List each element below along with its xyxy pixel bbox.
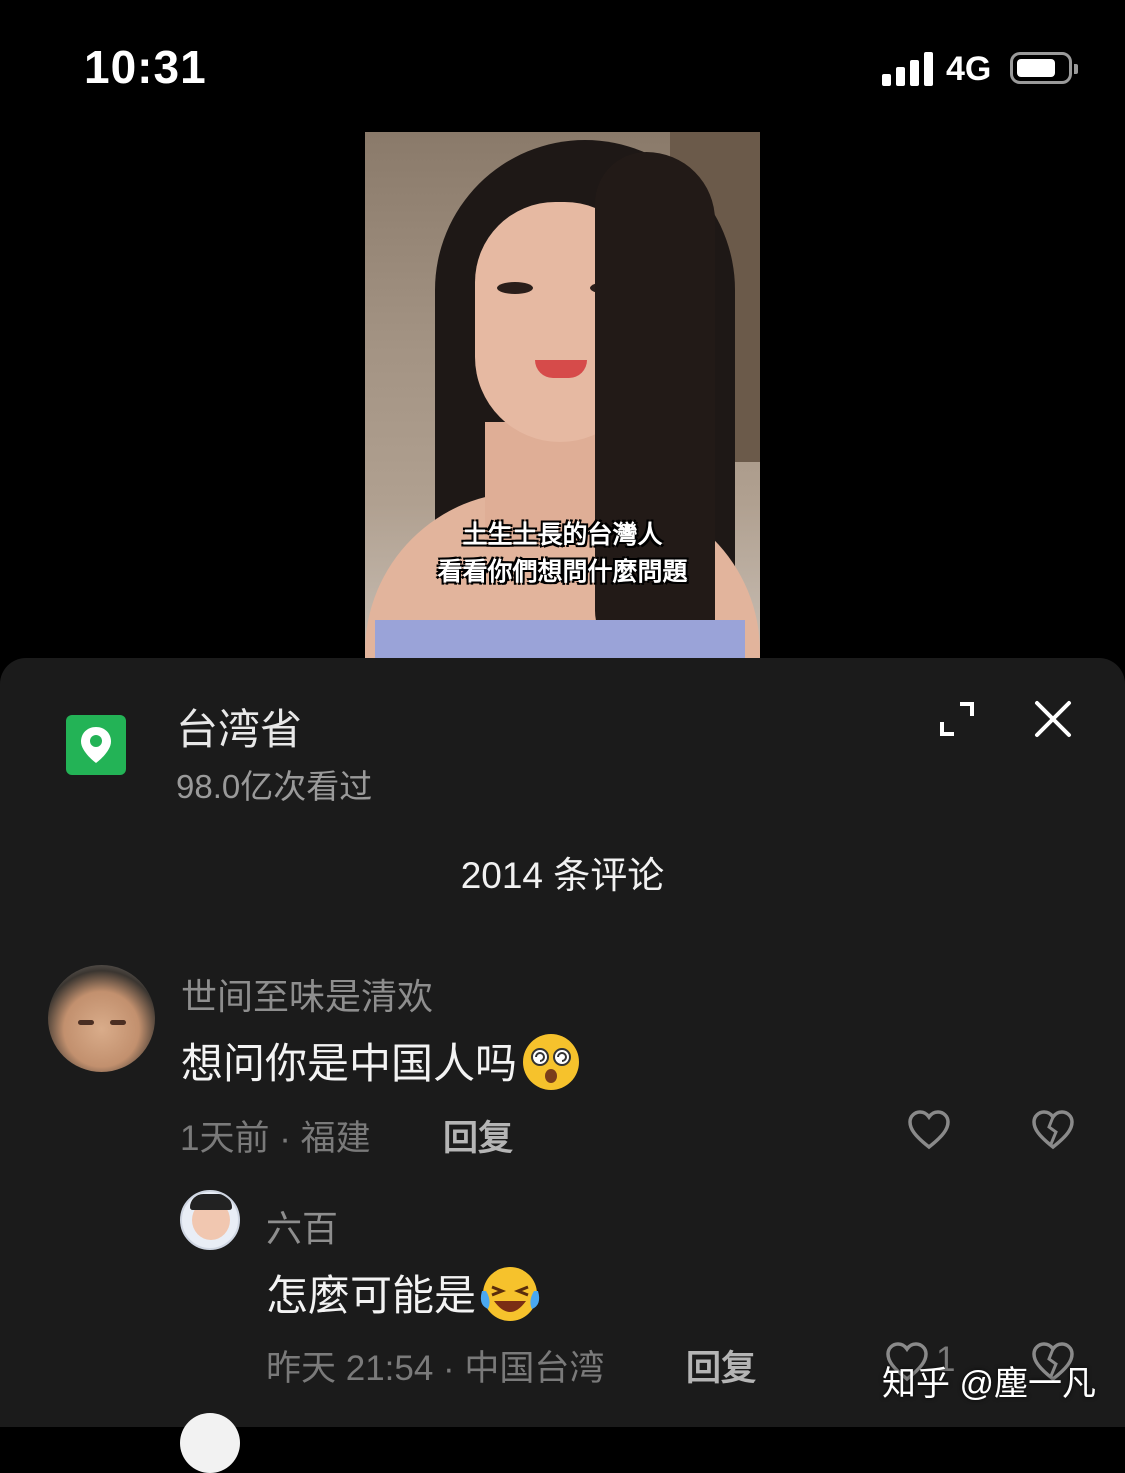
expand-icon[interactable] <box>938 700 976 738</box>
comment-count: 2014 条评论 <box>460 855 665 896</box>
status-bar: 10:31 4G <box>0 0 1125 130</box>
battery-icon <box>1010 52 1078 84</box>
video-caption-line-1: 土生土長的台灣人 <box>462 521 663 549</box>
location-title[interactable]: 台湾省 <box>176 696 302 757</box>
heart-icon[interactable] <box>907 1108 951 1152</box>
comment-meta: 昨天 21:54 · 中国台湾 <box>266 1349 605 1388</box>
reply-button[interactable]: 回复 <box>443 1110 513 1161</box>
video-caption-line-2: 看看你們想問什麼問題 <box>437 558 688 586</box>
location-pin-icon <box>66 715 126 775</box>
comment-text: 怎麼可能是 <box>266 1262 542 1333</box>
network-type: 4G <box>946 50 992 88</box>
location-views: 98.0亿次看过 <box>176 768 373 805</box>
status-time: 10:31 <box>84 41 207 93</box>
reply-button[interactable]: 回复 <box>686 1340 756 1391</box>
avatar[interactable] <box>180 1190 240 1250</box>
avatar[interactable] <box>180 1413 240 1473</box>
dizzy-face-emoji-icon <box>521 1033 583 1101</box>
crying-laughing-emoji-icon <box>480 1265 542 1333</box>
video-preview[interactable]: 土生土長的台灣人 看看你們想問什麼問題 <box>365 132 760 662</box>
watermark: 知乎 @塵一凡 <box>882 1365 1096 1403</box>
comment-meta: 1天前 · 福建 <box>180 1119 371 1158</box>
close-icon[interactable] <box>1034 700 1072 738</box>
comment-text: 想问你是中国人吗 <box>181 1030 583 1101</box>
cellular-signal-icon <box>882 52 934 86</box>
dislike-broken-heart-icon[interactable] <box>1031 1108 1075 1152</box>
avatar[interactable] <box>48 965 155 1072</box>
comment-username[interactable]: 六百 <box>266 1200 338 1252</box>
comment-username[interactable]: 世间至味是清欢 <box>181 968 433 1020</box>
